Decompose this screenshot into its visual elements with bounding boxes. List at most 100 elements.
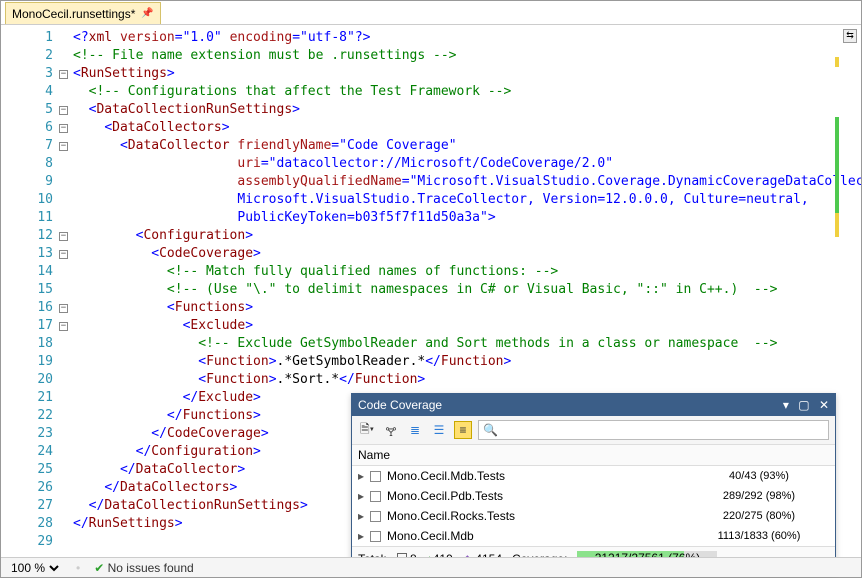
code-line[interactable]: <Functions> xyxy=(73,299,861,317)
status-bar: 100 % • ✔ No issues found xyxy=(1,557,861,577)
module-icon xyxy=(370,471,381,482)
fold-toggle-icon[interactable]: − xyxy=(59,142,68,151)
line-number: 5 xyxy=(1,101,53,119)
code-line[interactable]: <Configuration> xyxy=(73,227,861,245)
module-icon xyxy=(370,511,381,522)
fold-toggle-icon[interactable]: − xyxy=(59,70,68,79)
line-number: 27 xyxy=(1,497,53,515)
expand-icon[interactable]: ▸ xyxy=(358,529,368,543)
coverage-row[interactable]: ▸ Mono.Cecil.Mdb.Tests 40/43 (93%) xyxy=(352,466,835,486)
fold-toggle-icon[interactable]: − xyxy=(59,304,68,313)
open-dropdown-icon[interactable]: 🗎▾ xyxy=(358,421,376,439)
maximize-icon[interactable]: ▢ xyxy=(798,398,809,412)
code-line[interactable]: <!-- Match fully qualified names of func… xyxy=(73,263,861,281)
expand-icon[interactable]: ▸ xyxy=(358,469,368,483)
search-input[interactable] xyxy=(498,422,824,438)
line-number: 19 xyxy=(1,353,53,371)
expand-icon[interactable]: ▸ xyxy=(358,509,368,523)
document-tab[interactable]: MonoCecil.runsettings* 📌 xyxy=(5,2,161,24)
panel-toolbar: 🗎▾ 🝖 ≣ ☰ ≡ 🔍 xyxy=(352,416,835,445)
search-icon: 🔍 xyxy=(483,423,498,437)
line-number: 25 xyxy=(1,461,53,479)
fold-toggle-icon[interactable]: − xyxy=(59,124,68,133)
line-number: 20 xyxy=(1,371,53,389)
code-line[interactable]: assemblyQualifiedName="Microsoft.VisualS… xyxy=(73,173,861,191)
line-number: 18 xyxy=(1,335,53,353)
code-line[interactable]: <!-- (Use "\." to delimit namespaces in … xyxy=(73,281,861,299)
line-number: 16 xyxy=(1,299,53,317)
fold-toggle-icon[interactable]: − xyxy=(59,232,68,241)
module-name: Mono.Cecil.Mdb xyxy=(387,529,689,543)
change-marker xyxy=(835,117,839,237)
line-number: 21 xyxy=(1,389,53,407)
tab-title: MonoCecil.runsettings* xyxy=(12,7,135,21)
fold-gutter[interactable]: − − − − − − − − xyxy=(59,25,73,558)
expand-icon[interactable]: ▸ xyxy=(358,489,368,503)
line-number: 17 xyxy=(1,317,53,335)
line-number: 10 xyxy=(1,191,53,209)
line-number: 24 xyxy=(1,443,53,461)
tab-bar: MonoCecil.runsettings* 📌 xyxy=(1,1,861,25)
code-line[interactable]: PublicKeyToken=b03f5f7f11d50a3a"> xyxy=(73,209,861,227)
list-flat-icon[interactable]: ≣ xyxy=(406,421,424,439)
zoom-select[interactable]: 100 % xyxy=(7,560,62,576)
line-number: 8 xyxy=(1,155,53,173)
check-icon: ✔ xyxy=(94,561,104,575)
line-number: 15 xyxy=(1,281,53,299)
line-number: 11 xyxy=(1,209,53,227)
filter-icon[interactable]: 🝖 xyxy=(382,421,400,439)
code-line[interactable]: uri="datacollector://Microsoft/CodeCover… xyxy=(73,155,861,173)
code-line[interactable]: <!-- Configurations that affect the Test… xyxy=(73,83,861,101)
code-line[interactable]: <Function>.*GetSymbolReader.*</Function> xyxy=(73,353,861,371)
code-line[interactable]: Microsoft.VisualStudio.TraceCollector, V… xyxy=(73,191,861,209)
line-number: 3 xyxy=(1,65,53,83)
pin-icon[interactable]: 📌 xyxy=(141,8,153,19)
code-line[interactable]: <DataCollector friendlyName="Code Covera… xyxy=(73,137,861,155)
code-line[interactable]: <DataCollectors> xyxy=(73,119,861,137)
code-line[interactable]: <DataCollectionRunSettings> xyxy=(73,101,861,119)
code-line[interactable]: <!-- File name extension must be .runset… xyxy=(73,47,861,65)
coverage-row[interactable]: ▸ Mono.Cecil.Pdb.Tests 289/292 (98%) xyxy=(352,486,835,506)
search-box[interactable]: 🔍 xyxy=(478,420,829,440)
module-icon xyxy=(370,531,381,542)
code-line[interactable]: <!-- Exclude GetSymbolReader and Sort me… xyxy=(73,335,861,353)
code-line[interactable]: <CodeCoverage> xyxy=(73,245,861,263)
code-line[interactable]: <Function>.*Sort.*</Function> xyxy=(73,371,861,389)
module-name: Mono.Cecil.Pdb.Tests xyxy=(387,489,689,503)
split-view-icon[interactable]: ⇆ xyxy=(843,29,857,43)
line-number: 14 xyxy=(1,263,53,281)
line-number: 9 xyxy=(1,173,53,191)
code-line[interactable]: <Exclude> xyxy=(73,317,861,335)
line-number: 1 xyxy=(1,29,53,47)
line-number: 6 xyxy=(1,119,53,137)
module-icon xyxy=(370,491,381,502)
module-name: Mono.Cecil.Mdb.Tests xyxy=(387,469,689,483)
coverage-row[interactable]: ▸ Mono.Cecil.Rocks.Tests 220/275 (80%) xyxy=(352,506,835,526)
coverage-row[interactable]: ▸ Mono.Cecil.Mdb 1113/1833 (60%) xyxy=(352,526,835,546)
code-line[interactable]: <RunSettings> xyxy=(73,65,861,83)
fold-toggle-icon[interactable]: − xyxy=(59,250,68,259)
options-icon[interactable]: ▾ xyxy=(783,398,789,412)
line-number: 13 xyxy=(1,245,53,263)
highlight-icon[interactable]: ≡ xyxy=(454,421,472,439)
column-header-name[interactable]: Name xyxy=(352,445,835,466)
line-number: 29 xyxy=(1,533,53,551)
coverage-metric: 289/292 (98%) xyxy=(689,490,829,502)
line-number: 28 xyxy=(1,515,53,533)
change-marker xyxy=(835,57,839,67)
module-name: Mono.Cecil.Rocks.Tests xyxy=(387,509,689,523)
coverage-metric: 40/43 (93%) xyxy=(689,470,829,482)
fold-toggle-icon[interactable]: − xyxy=(59,322,68,331)
list-tree-icon[interactable]: ☰ xyxy=(430,421,448,439)
line-number: 4 xyxy=(1,83,53,101)
line-number: 23 xyxy=(1,425,53,443)
line-number: 7 xyxy=(1,137,53,155)
coverage-metric: 220/275 (80%) xyxy=(689,510,829,522)
code-coverage-panel: Code Coverage ▾ ▢ ✕ 🗎▾ 🝖 ≣ ☰ ≡ 🔍 Name ▸ … xyxy=(351,393,836,572)
panel-titlebar[interactable]: Code Coverage ▾ ▢ ✕ xyxy=(352,394,835,416)
close-icon[interactable]: ✕ xyxy=(819,398,829,412)
issues-text: No issues found xyxy=(108,561,194,575)
fold-toggle-icon[interactable]: − xyxy=(59,106,68,115)
code-line[interactable]: <?xml version="1.0" encoding="utf-8"?> xyxy=(73,29,861,47)
line-number: 22 xyxy=(1,407,53,425)
